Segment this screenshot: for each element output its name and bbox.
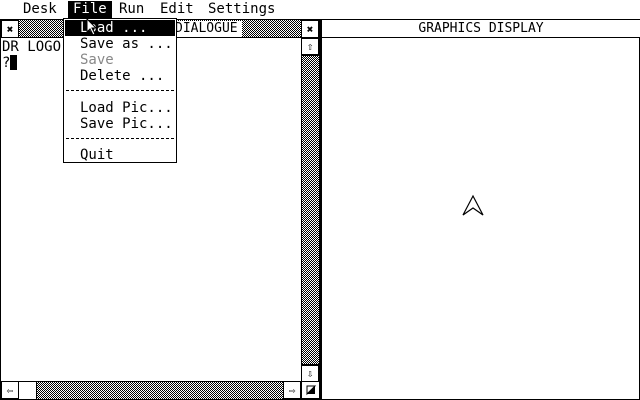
menu-item-save-pic[interactable]: Save Pic...	[80, 116, 173, 132]
mouse-pointer-icon	[86, 18, 98, 36]
menu-settings[interactable]: Settings	[203, 1, 280, 18]
menu-item-save: Save	[80, 52, 114, 68]
horizontal-scroll-track[interactable]	[37, 382, 283, 399]
menu-item-load-pic[interactable]: Load Pic...	[80, 100, 173, 116]
menu-separator-2	[66, 138, 174, 140]
menu-bar: Desk File Run Edit Settings	[0, 0, 640, 20]
dialogue-title: DIALOGUE	[171, 21, 242, 37]
scroll-up-arrow-icon[interactable]: ⇧	[302, 38, 319, 55]
vertical-scroll-track[interactable]	[302, 55, 319, 365]
turtle-icon	[462, 194, 484, 216]
menu-run[interactable]: Run	[114, 1, 149, 18]
scroll-right-arrow-icon[interactable]: ⇨	[283, 382, 301, 399]
graphics-window: GRAPHICS DISPLAY	[320, 19, 640, 400]
close-box-icon[interactable]: ✖	[1, 20, 19, 38]
dialogue-horizontal-scrollbar[interactable]: ⇦ ⇨	[1, 381, 319, 399]
menu-item-delete[interactable]: Delete ...	[80, 68, 164, 84]
menu-item-save-as[interactable]: Save as ...	[80, 36, 173, 52]
graphics-title: GRAPHICS DISPLAY	[418, 21, 544, 36]
graphics-title-bar[interactable]: GRAPHICS DISPLAY	[322, 20, 640, 38]
menu-desk[interactable]: Desk	[18, 1, 62, 18]
file-menu-dropdown: Load ... Save as ... Save Delete ... Loa…	[63, 18, 177, 163]
menu-item-quit[interactable]: Quit	[80, 147, 114, 163]
dialogue-vertical-scrollbar[interactable]: ⇧ ⇩	[301, 38, 319, 382]
size-box-glyph	[306, 385, 316, 396]
scroll-left-arrow-icon[interactable]: ⇦	[1, 382, 19, 399]
menu-edit[interactable]: Edit	[155, 1, 199, 18]
text-cursor	[10, 55, 17, 70]
dialogue-text-line-1: DR LOGO	[2, 39, 62, 55]
size-box-icon[interactable]	[301, 382, 319, 399]
menu-separator-1	[66, 90, 174, 92]
fuller-box-icon[interactable]: ✖	[301, 20, 319, 38]
menu-file[interactable]: File	[68, 1, 112, 18]
scroll-down-arrow-icon[interactable]: ⇩	[302, 365, 319, 382]
horizontal-scroll-thumb[interactable]	[19, 382, 37, 399]
